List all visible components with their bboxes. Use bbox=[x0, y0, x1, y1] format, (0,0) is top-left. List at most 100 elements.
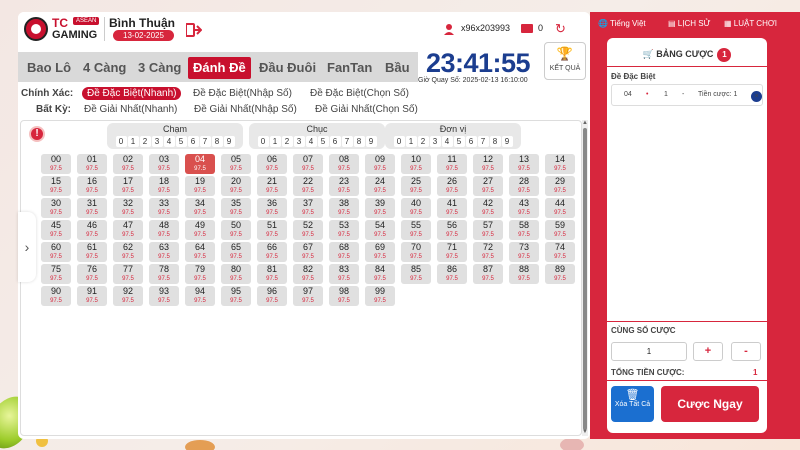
digit-button[interactable]: 1 bbox=[405, 136, 417, 147]
digit-button[interactable]: 8 bbox=[489, 136, 501, 147]
number-cell[interactable]: 26 97.5 bbox=[437, 176, 467, 196]
number-cell[interactable]: 91 97.5 bbox=[77, 286, 107, 306]
digit-button[interactable]: 4 bbox=[163, 136, 175, 147]
digit-button[interactable]: 6 bbox=[465, 136, 477, 147]
number-cell[interactable]: 79 97.5 bbox=[185, 264, 215, 284]
digit-button[interactable]: 9 bbox=[223, 136, 235, 147]
digit-button[interactable]: 9 bbox=[501, 136, 513, 147]
number-cell[interactable]: 45 97.5 bbox=[41, 220, 71, 240]
number-cell[interactable]: 17 97.5 bbox=[113, 176, 143, 196]
number-cell[interactable]: 73 97.5 bbox=[509, 242, 539, 262]
tab-bau[interactable]: Bầu bbox=[380, 57, 415, 79]
number-cell[interactable]: 94 97.5 bbox=[185, 286, 215, 306]
digit-button[interactable]: 0 bbox=[257, 136, 269, 147]
number-cell[interactable]: 31 97.5 bbox=[77, 198, 107, 218]
lang-selector[interactable]: 🌐 Tiếng Việt bbox=[598, 19, 646, 28]
number-cell[interactable]: 11 97.5 bbox=[437, 154, 467, 174]
digit-button[interactable]: 7 bbox=[341, 136, 353, 147]
number-cell[interactable]: 55 97.5 bbox=[401, 220, 431, 240]
digit-button[interactable]: 5 bbox=[317, 136, 329, 147]
number-cell[interactable]: 25 97.5 bbox=[401, 176, 431, 196]
number-cell[interactable]: 78 97.5 bbox=[149, 264, 179, 284]
number-cell[interactable]: 20 97.5 bbox=[221, 176, 251, 196]
number-cell[interactable]: 00 97.5 bbox=[41, 154, 71, 174]
number-cell[interactable]: 41 97.5 bbox=[437, 198, 467, 218]
number-cell[interactable]: 88 97.5 bbox=[509, 264, 539, 284]
bet-now-button[interactable]: Cược Ngay bbox=[661, 386, 759, 422]
number-cell[interactable]: 03 97.5 bbox=[149, 154, 179, 174]
number-cell[interactable]: 34 97.5 bbox=[185, 198, 215, 218]
number-cell[interactable]: 81 97.5 bbox=[257, 264, 287, 284]
number-cell[interactable]: 13 97.5 bbox=[509, 154, 539, 174]
number-cell[interactable]: 54 97.5 bbox=[365, 220, 395, 240]
digit-button[interactable]: 1 bbox=[127, 136, 139, 147]
number-cell[interactable]: 83 97.5 bbox=[329, 264, 359, 284]
number-cell[interactable]: 08 97.5 bbox=[329, 154, 359, 174]
digit-button[interactable]: 2 bbox=[417, 136, 429, 147]
number-cell[interactable]: 63 97.5 bbox=[149, 242, 179, 262]
scrollbar[interactable]: ▲ ▼ bbox=[582, 120, 588, 436]
number-cell[interactable]: 24 97.5 bbox=[365, 176, 395, 196]
number-cell[interactable]: 28 97.5 bbox=[509, 176, 539, 196]
digit-button[interactable]: 6 bbox=[187, 136, 199, 147]
digit-button[interactable]: 8 bbox=[353, 136, 365, 147]
number-cell[interactable]: 29 97.5 bbox=[545, 176, 575, 196]
number-cell[interactable]: 14 97.5 bbox=[545, 154, 575, 174]
bet-qty[interactable]: 1 bbox=[664, 91, 668, 98]
number-cell[interactable]: 09 97.5 bbox=[365, 154, 395, 174]
number-cell[interactable]: 77 97.5 bbox=[113, 264, 143, 284]
number-cell[interactable]: 80 97.5 bbox=[221, 264, 251, 284]
digit-button[interactable]: 7 bbox=[477, 136, 489, 147]
number-cell[interactable]: 87 97.5 bbox=[473, 264, 503, 284]
number-cell[interactable]: 85 97.5 bbox=[401, 264, 431, 284]
digit-button[interactable]: 0 bbox=[115, 136, 127, 147]
digit-button[interactable]: 3 bbox=[293, 136, 305, 147]
qty-input[interactable]: 1 bbox=[611, 342, 687, 361]
digit-button[interactable]: 4 bbox=[305, 136, 317, 147]
number-cell[interactable]: 36 97.5 bbox=[257, 198, 287, 218]
digit-button[interactable]: 5 bbox=[453, 136, 465, 147]
number-cell[interactable]: 58 97.5 bbox=[509, 220, 539, 240]
number-cell[interactable]: 67 97.5 bbox=[293, 242, 323, 262]
number-cell[interactable]: 61 97.5 bbox=[77, 242, 107, 262]
number-cell[interactable]: 76 97.5 bbox=[77, 264, 107, 284]
tab-4-cang[interactable]: 4 Càng bbox=[78, 57, 131, 79]
number-cell[interactable]: 47 97.5 bbox=[113, 220, 143, 240]
digit-button[interactable]: 9 bbox=[365, 136, 377, 147]
number-cell[interactable]: 19 97.5 bbox=[185, 176, 215, 196]
option-exact-fast[interactable]: Đề Đặc Biệt(Nhanh) bbox=[82, 87, 182, 100]
number-cell[interactable]: 43 97.5 bbox=[509, 198, 539, 218]
number-cell[interactable]: 40 97.5 bbox=[401, 198, 431, 218]
number-cell[interactable]: 46 97.5 bbox=[77, 220, 107, 240]
number-cell[interactable]: 23 97.5 bbox=[329, 176, 359, 196]
minus-button[interactable]: - bbox=[731, 342, 761, 361]
number-cell[interactable]: 21 97.5 bbox=[257, 176, 287, 196]
number-cell[interactable]: 50 97.5 bbox=[221, 220, 251, 240]
option-exact-input[interactable]: Đề Đặc Biệt(Nhập Số) bbox=[193, 88, 292, 99]
digit-button[interactable]: 3 bbox=[429, 136, 441, 147]
plus-button[interactable]: + bbox=[693, 342, 723, 361]
digit-button[interactable]: 6 bbox=[329, 136, 341, 147]
clear-all-button[interactable]: 🗑 Xóa Tất Cả bbox=[611, 386, 654, 422]
digit-button[interactable]: 2 bbox=[139, 136, 151, 147]
number-cell[interactable]: 84 97.5 bbox=[365, 264, 395, 284]
scroll-up-icon[interactable]: ▲ bbox=[582, 120, 588, 126]
number-cell[interactable]: 33 97.5 bbox=[149, 198, 179, 218]
digit-button[interactable]: 3 bbox=[151, 136, 163, 147]
number-cell[interactable]: 16 97.5 bbox=[77, 176, 107, 196]
option-any-select[interactable]: Đề Giải Nhất(Chọn Số) bbox=[315, 104, 418, 115]
number-cell[interactable]: 82 97.5 bbox=[293, 264, 323, 284]
number-cell[interactable]: 57 97.5 bbox=[473, 220, 503, 240]
number-cell[interactable]: 37 97.5 bbox=[293, 198, 323, 218]
collapse-arrow-icon[interactable]: › bbox=[18, 212, 36, 282]
scroll-thumb[interactable] bbox=[583, 128, 587, 430]
number-cell[interactable]: 18 97.5 bbox=[149, 176, 179, 196]
number-cell[interactable]: 62 97.5 bbox=[113, 242, 143, 262]
history-link[interactable]: ▤ LỊCH SỬ bbox=[668, 19, 710, 28]
number-cell[interactable]: 64 97.5 bbox=[185, 242, 215, 262]
number-cell[interactable]: 01 97.5 bbox=[77, 154, 107, 174]
digit-button[interactable]: 7 bbox=[199, 136, 211, 147]
number-cell[interactable]: 68 97.5 bbox=[329, 242, 359, 262]
exit-icon[interactable] bbox=[186, 23, 202, 37]
tab-danh-de[interactable]: Đánh Đề bbox=[188, 57, 251, 79]
